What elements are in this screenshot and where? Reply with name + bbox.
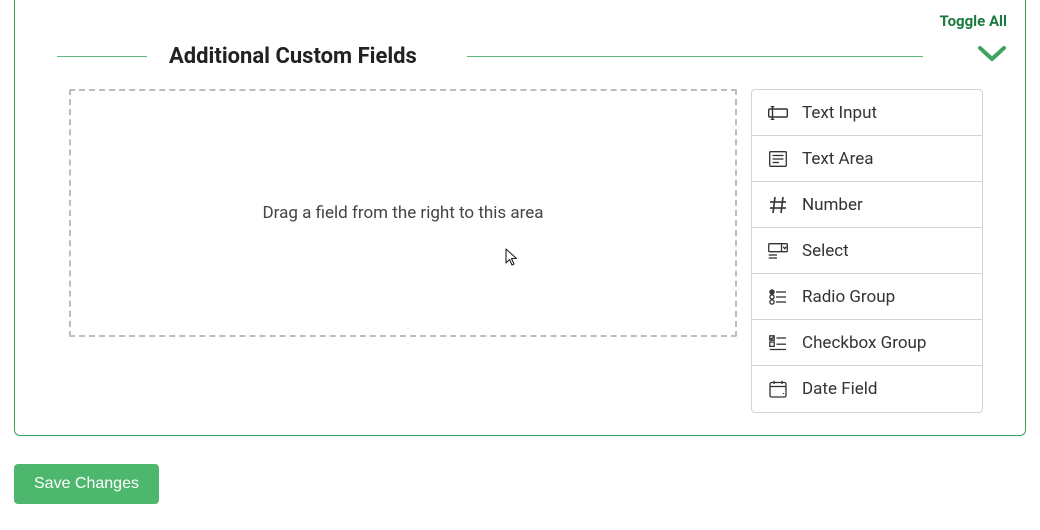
palette-item-number[interactable]: Number: [752, 182, 982, 228]
save-changes-button[interactable]: Save Changes: [14, 464, 159, 504]
section-heading: Additional Custom Fields: [15, 0, 1025, 89]
palette-item-select[interactable]: Select: [752, 228, 982, 274]
field-builder-row: Drag a field from the right to this area…: [15, 89, 1025, 413]
palette-item-label: Date Field: [802, 379, 877, 399]
palette-item-label: Number: [802, 195, 863, 215]
palette-item-text-area[interactable]: Text Area: [752, 136, 982, 182]
heading-line-left: [57, 56, 147, 57]
palette-item-label: Radio Group: [802, 287, 895, 307]
radio-group-icon: [766, 287, 790, 307]
field-palette: Text Input Text Area Number Select: [751, 89, 983, 413]
custom-fields-panel: Toggle All Additional Custom Fields Drag…: [14, 0, 1026, 436]
field-drop-area[interactable]: Drag a field from the right to this area: [69, 89, 737, 337]
text-input-icon: [766, 103, 790, 123]
drop-area-placeholder: Drag a field from the right to this area: [263, 203, 544, 223]
toggle-all-link[interactable]: Toggle All: [940, 12, 1007, 30]
select-icon: [766, 241, 790, 261]
date-field-icon: [766, 379, 790, 399]
chevron-down-icon[interactable]: [977, 44, 1007, 64]
heading-line-right: [467, 56, 923, 57]
palette-item-radio-group[interactable]: Radio Group: [752, 274, 982, 320]
checkbox-group-icon: [766, 333, 790, 353]
palette-item-text-input[interactable]: Text Input: [752, 90, 982, 136]
palette-item-label: Text Input: [802, 103, 877, 123]
section-title: Additional Custom Fields: [169, 44, 417, 69]
text-area-icon: [766, 149, 790, 169]
palette-item-checkbox-group[interactable]: Checkbox Group: [752, 320, 982, 366]
palette-item-date-field[interactable]: Date Field: [752, 366, 982, 412]
palette-item-label: Checkbox Group: [802, 333, 926, 353]
palette-item-label: Text Area: [802, 149, 874, 169]
number-icon: [766, 195, 790, 215]
palette-item-label: Select: [802, 241, 849, 261]
